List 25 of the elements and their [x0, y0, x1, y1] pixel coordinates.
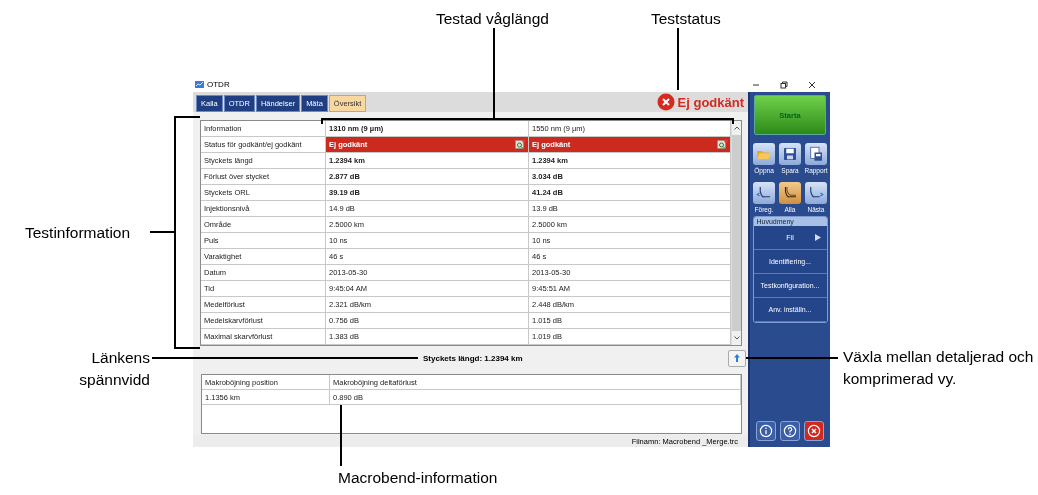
callout-label: Testinformation — [25, 223, 131, 243]
scroll-down-icon[interactable] — [732, 334, 741, 342]
callout-label: Länkens spännvidd — [78, 348, 150, 390]
callout-label: Teststatus — [651, 9, 721, 29]
submenu-arrow-icon — [814, 234, 821, 241]
help-button[interactable] — [780, 421, 800, 441]
save-icon — [781, 145, 799, 163]
arrow-up-icon — [733, 353, 741, 363]
test-status: Ej godkänt — [677, 94, 744, 110]
window-title: OTDR — [207, 80, 230, 89]
zoom-icon[interactable] — [515, 139, 526, 150]
leader-line — [340, 404, 342, 467]
report-icon — [807, 145, 825, 163]
callout-label: Testad våglängd — [436, 9, 549, 29]
restore-icon[interactable] — [780, 80, 788, 89]
scrollbar[interactable] — [731, 121, 741, 345]
callout-label: Macrobend-information — [338, 468, 498, 488]
close-icon[interactable] — [808, 80, 816, 89]
scroll-up-icon[interactable] — [732, 124, 741, 132]
close-button[interactable] — [804, 421, 824, 441]
span-length: Styckets längd: 1.2394 km — [423, 353, 523, 363]
info-button[interactable] — [756, 421, 776, 441]
callout-label: Växla mellan detaljerad och komprimerad vy. — [843, 347, 1035, 389]
toggle-view-button[interactable] — [728, 349, 746, 367]
zoom-icon[interactable] — [717, 139, 728, 150]
